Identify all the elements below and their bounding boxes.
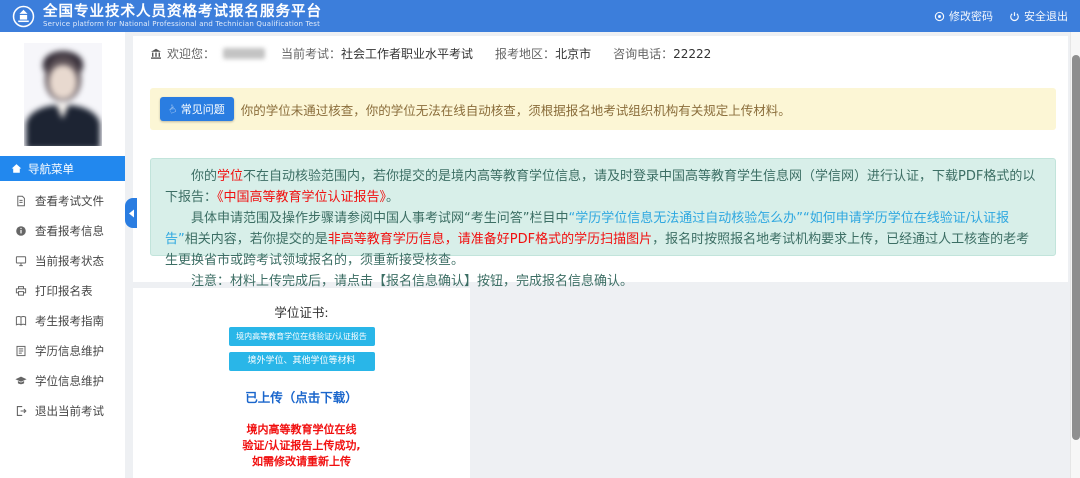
sidebar-item-registration-info[interactable]: 查看报考信息 (0, 216, 125, 246)
sidebar-item-print-form[interactable]: 打印报名表 (0, 276, 125, 306)
degree-certificate-panel: 学位证书: 境内高等教育学位在线验证/认证报告 境外学位、其他学位等材料 已上传… (133, 288, 470, 478)
home-icon (11, 163, 22, 174)
user-name-redacted (223, 48, 265, 59)
exam-value: 社会工作者职业水平考试 (341, 45, 473, 62)
phone-value: 22222 (673, 47, 711, 61)
phone-label: 咨询电话： (613, 45, 673, 62)
notice-red-text: 非高等教育学历信息，请准备好PDF格式的学历扫描图片 (328, 232, 652, 247)
notice-text: 具体申请范围及操作步骤请参阅中国人事考试网“考生问答”栏目中 (191, 211, 568, 226)
notice-text: 相关内容，若你提交的是 (185, 232, 328, 247)
sidebar: 导航菜单 查看考试文件 查看报考信息 当前报考状态 打印报名表 考生报考指南 学… (0, 32, 125, 478)
sidebar-item-degree-info[interactable]: 学位信息维护 (0, 366, 125, 396)
notice-box: 你的学位不在自动核验范围内，若你提交的是境内高等教育学位信息，请及时登录中国高等… (150, 158, 1056, 256)
app-title: 全国专业技术人员资格考试报名服务平台 (43, 5, 322, 20)
degree-report-link[interactable]: 《中国高等教育学位认证报告》 (217, 190, 386, 205)
printer-icon (15, 285, 27, 297)
notice-paragraph-2: 具体申请范围及操作步骤请参阅中国人事考试网“考生问答”栏目中“学历学位信息无法通… (165, 208, 1041, 271)
nav-menu-header: 导航菜单 (0, 156, 125, 181)
power-icon (1009, 11, 1020, 22)
app-subtitle: Service platform for National Profession… (43, 20, 322, 28)
sidebar-item-candidate-guide[interactable]: 考生报考指南 (0, 306, 125, 336)
faq-button[interactable]: ☝ 常见问题 (160, 97, 234, 121)
notice-text: 你的 (191, 169, 217, 184)
hand-pointer-icon: ☝ (166, 102, 178, 117)
status-line: 境内高等教育学位在线 (133, 422, 470, 438)
main-panel: 欢迎您： 当前考试： 社会工作者职业水平考试 报考地区： 北京市 咨询电话： 2… (133, 36, 1068, 282)
region-label: 报考地区： (495, 45, 555, 62)
info-icon (15, 225, 27, 237)
degree-certificate-title: 学位证书: (133, 288, 470, 321)
monitor-icon (15, 255, 27, 267)
region-value: 北京市 (555, 45, 591, 62)
bank-icon (150, 48, 162, 60)
graduation-cap-icon (15, 375, 27, 387)
sidebar-collapse-tab[interactable] (125, 198, 137, 228)
scrollbar-thumb[interactable] (1072, 55, 1080, 440)
sidebar-item-education-info[interactable]: 学历信息维护 (0, 336, 125, 366)
change-password-link[interactable]: 修改密码 (934, 8, 993, 24)
user-status-bar: 欢迎您： 当前考试： 社会工作者职业水平考试 报考地区： 北京市 咨询电话： 2… (150, 45, 711, 62)
file-list-icon (15, 345, 27, 357)
faq-link-auto-verify[interactable]: “学历学位信息无法通过自动核验怎么办” (568, 211, 802, 226)
candidate-photo (24, 43, 102, 146)
warning-banner: ☝ 常见问题 你的学位未通过核查，你的学位无法在线自动核查，须根据报名地考试组织… (150, 88, 1056, 130)
logout-icon (15, 405, 27, 417)
sidebar-item-exam-files[interactable]: 查看考试文件 (0, 186, 125, 216)
warning-text: 你的学位未通过核查，你的学位无法在线自动核查，须根据报名地考试组织机构有关规定上… (241, 100, 791, 119)
exam-label: 当前考试： (281, 45, 341, 62)
document-icon (15, 195, 27, 207)
notice-text: 。 (386, 190, 399, 205)
app-header: 全国专业技术人员资格考试报名服务平台 Service platform for … (0, 0, 1080, 32)
foreign-degree-materials-button[interactable]: 境外学位、其他学位等材料 (229, 352, 375, 371)
notice-paragraph-1: 你的学位不在自动核验范围内，若你提交的是境内高等教育学位信息，请及时登录中国高等… (165, 166, 1041, 208)
sidebar-item-current-status[interactable]: 当前报考状态 (0, 246, 125, 276)
uploaded-download-link[interactable]: 已上传（点击下载） (133, 387, 470, 406)
welcome-label: 欢迎您： (167, 45, 215, 62)
circle-dot-icon (934, 11, 945, 22)
sidebar-item-exit-exam[interactable]: 退出当前考试 (0, 396, 125, 426)
chevron-left-icon (128, 209, 135, 218)
vertical-scrollbar (1070, 32, 1080, 478)
platform-logo-icon (12, 5, 35, 28)
book-icon (15, 315, 27, 327)
status-line: 如需修改请重新上传 (133, 454, 470, 470)
status-line: 验证/认证报告上传成功, (133, 438, 470, 454)
notice-red-text: 学位 (217, 169, 243, 184)
logout-link[interactable]: 安全退出 (1009, 8, 1068, 24)
domestic-degree-report-button[interactable]: 境内高等教育学位在线验证/认证报告 (229, 327, 375, 346)
upload-status-message: 境内高等教育学位在线 验证/认证报告上传成功, 如需修改请重新上传 (133, 422, 470, 470)
